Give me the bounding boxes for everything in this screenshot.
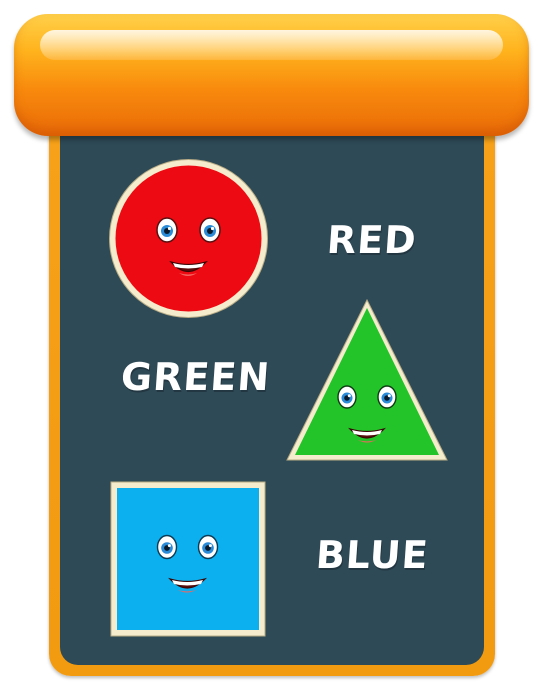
green-triangle-shape[interactable] (286, 298, 448, 462)
red-circle-shape[interactable] (107, 157, 270, 320)
label-blue: BLUE (314, 533, 431, 577)
label-red: RED (325, 218, 419, 262)
label-green: GREEN (119, 355, 272, 399)
blue-square-shape[interactable] (110, 481, 266, 637)
game-screen: RED GREEN BLUE (0, 0, 543, 684)
header-bar (14, 14, 529, 136)
